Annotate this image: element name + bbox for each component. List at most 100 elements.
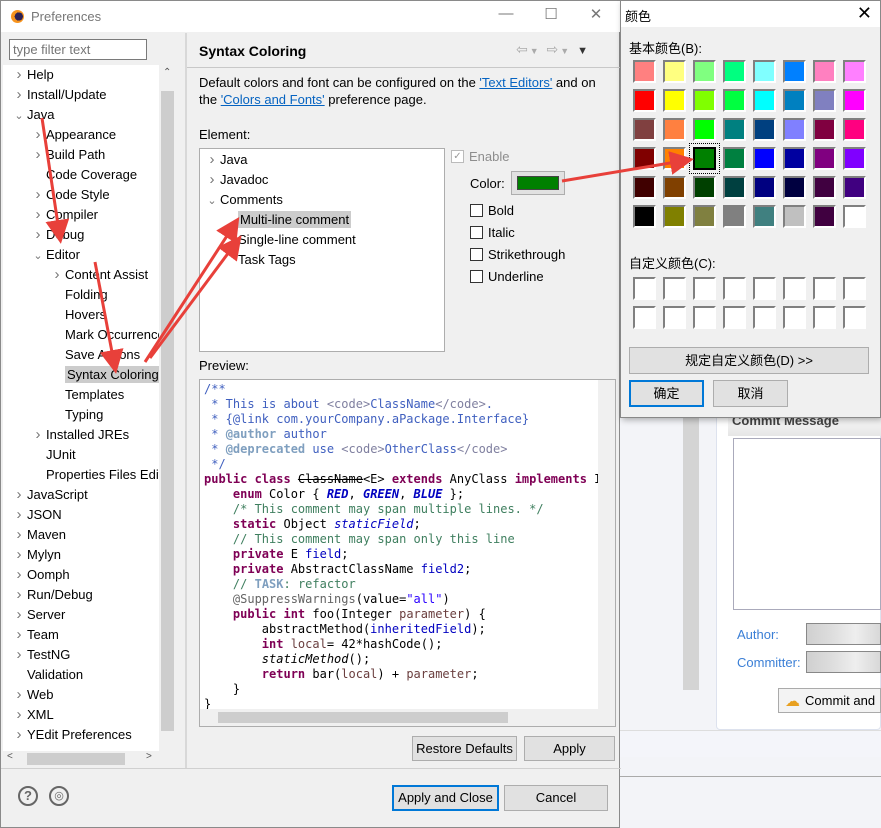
element-tree-item[interactable]: › Java: [204, 150, 248, 170]
tree-scroll-thumb[interactable]: [161, 91, 174, 731]
scroll-right-icon[interactable]: >: [146, 751, 152, 762]
checkbox-box[interactable]: [470, 204, 483, 217]
chevron-right-icon[interactable]: ›: [30, 205, 46, 225]
color-swatch-0080c0[interactable]: [783, 89, 806, 112]
tree-item[interactable]: Folding: [49, 285, 108, 305]
cancel-button[interactable]: Cancel: [504, 785, 608, 811]
color-swatch-ffffff[interactable]: [843, 205, 866, 228]
chevron-right-icon[interactable]: ›: [30, 225, 46, 245]
chevron-right-icon[interactable]: ›: [11, 525, 27, 545]
author-field[interactable]: [806, 623, 881, 645]
committer-field[interactable]: [806, 651, 881, 673]
tree-item[interactable]: Templates: [49, 385, 124, 405]
color-swatch-0000ff[interactable]: [753, 147, 776, 170]
color-swatch-000000[interactable]: [633, 205, 656, 228]
custom-color-slot[interactable]: [753, 277, 776, 300]
import-export-icon[interactable]: ◎: [49, 786, 69, 806]
tree-item[interactable]: › Install/Update: [11, 85, 107, 105]
tree-item[interactable]: Save Actions: [49, 345, 140, 365]
tree-item[interactable]: › YEdit Preferences: [11, 725, 132, 745]
tree-item[interactable]: Validation: [11, 665, 83, 685]
color-swatch-ff8040[interactable]: [663, 118, 686, 141]
color-swatch-0080ff[interactable]: [783, 60, 806, 83]
tree-item[interactable]: › TestNG: [11, 645, 71, 665]
chevron-right-icon[interactable]: ›: [30, 425, 46, 445]
color-swatch-804000[interactable]: [663, 176, 686, 199]
color-picker-button[interactable]: [511, 171, 565, 195]
chevron-right-icon[interactable]: ›: [11, 485, 27, 505]
color-swatch-808000[interactable]: [663, 205, 686, 228]
color-swatch-80ffff[interactable]: [753, 60, 776, 83]
maximize-button[interactable]: ☐: [536, 5, 566, 27]
tree-item[interactable]: › Compiler: [30, 205, 99, 225]
define-custom-colors-button[interactable]: 规定自定义颜色(D) >>: [629, 347, 869, 374]
checkbox-box[interactable]: [470, 248, 483, 261]
element-tree-item[interactable]: Single-line comment: [222, 230, 356, 250]
color-swatch-400040[interactable]: [813, 205, 836, 228]
color-swatch-ffff80[interactable]: [663, 60, 686, 83]
color-swatch-008000[interactable]: [689, 143, 720, 174]
color-swatch-004040[interactable]: [723, 176, 746, 199]
chevron-right-icon[interactable]: ›: [30, 185, 46, 205]
custom-color-slot[interactable]: [693, 277, 716, 300]
sash[interactable]: [185, 33, 187, 768]
ok-button[interactable]: 确定: [629, 380, 704, 407]
apply-and-close-button[interactable]: Apply and Close: [392, 785, 499, 811]
element-tree-item[interactable]: ⌄ Comments: [204, 190, 282, 210]
custom-color-slot[interactable]: [723, 306, 746, 329]
custom-color-slot[interactable]: [813, 277, 836, 300]
tree-item[interactable]: Mark Occurrences: [49, 325, 159, 345]
background-scrollbar[interactable]: [683, 400, 699, 690]
chevron-right-icon[interactable]: ›: [11, 605, 27, 625]
chevron-right-icon[interactable]: ›: [11, 625, 27, 645]
color-swatch-004000[interactable]: [693, 176, 716, 199]
tree-item[interactable]: › Installed JREs: [30, 425, 130, 445]
restore-defaults-button[interactable]: Restore Defaults: [412, 736, 517, 761]
color-swatch-8080ff[interactable]: [783, 118, 806, 141]
chevron-down-icon[interactable]: ⌄: [30, 246, 46, 266]
chevron-right-icon[interactable]: ›: [204, 150, 220, 170]
style-checkbox-bold[interactable]: Bold: [470, 203, 514, 218]
tree-item[interactable]: › Run/Debug: [11, 585, 93, 605]
color-swatch-400000[interactable]: [633, 176, 656, 199]
color-swatch-804040[interactable]: [633, 118, 656, 141]
tree-item[interactable]: ⌄ Java: [11, 105, 54, 125]
color-swatch-ff80ff[interactable]: [843, 60, 866, 83]
enable-checkbox[interactable]: ✓ Enable: [451, 149, 509, 164]
chevron-right-icon[interactable]: ›: [11, 705, 27, 725]
custom-color-slot[interactable]: [783, 306, 806, 329]
color-swatch-00ff40[interactable]: [723, 89, 746, 112]
chevron-right-icon[interactable]: ›: [11, 645, 27, 665]
tree-item[interactable]: › Help: [11, 65, 54, 85]
color-swatch-004080[interactable]: [753, 118, 776, 141]
forward-menu-icon[interactable]: ▼: [560, 46, 571, 56]
style-checkbox-strikethrough[interactable]: Strikethrough: [470, 247, 565, 262]
element-tree-item[interactable]: Multi-line comment: [222, 210, 352, 230]
tree-item[interactable]: Typing: [49, 405, 103, 425]
preview-vertical-scrollbar[interactable]: [598, 380, 615, 726]
chevron-right-icon[interactable]: ›: [30, 145, 46, 165]
checkbox-box[interactable]: [470, 226, 483, 239]
tree-item[interactable]: › Appearance: [30, 125, 117, 145]
style-checkbox-italic[interactable]: Italic: [470, 225, 515, 240]
color-swatch-800040[interactable]: [813, 118, 836, 141]
color-swatch-ffff00[interactable]: [663, 89, 686, 112]
color-swatch-8080c0[interactable]: [813, 89, 836, 112]
color-swatch-408080[interactable]: [753, 205, 776, 228]
back-icon[interactable]: ⇦: [516, 41, 530, 57]
chevron-right-icon[interactable]: ›: [11, 505, 27, 525]
back-menu-icon[interactable]: ▼: [530, 46, 541, 56]
color-swatch-008080[interactable]: [723, 118, 746, 141]
color-swatch-80ff00[interactable]: [693, 89, 716, 112]
color-swatch-008040[interactable]: [723, 147, 746, 170]
color-swatch-00ff00[interactable]: [693, 118, 716, 141]
tree-item[interactable]: › Oomph: [11, 565, 70, 585]
color-swatch-808080[interactable]: [723, 205, 746, 228]
tree-hscroll-thumb[interactable]: [27, 753, 125, 765]
preview-hscroll-thumb[interactable]: [218, 712, 508, 723]
chevron-down-icon[interactable]: ⌄: [11, 106, 27, 126]
tree-item[interactable]: › Mylyn: [11, 545, 61, 565]
color-swatch-400040[interactable]: [813, 176, 836, 199]
element-tree-item[interactable]: › Javadoc: [204, 170, 269, 190]
custom-color-slot[interactable]: [633, 277, 656, 300]
